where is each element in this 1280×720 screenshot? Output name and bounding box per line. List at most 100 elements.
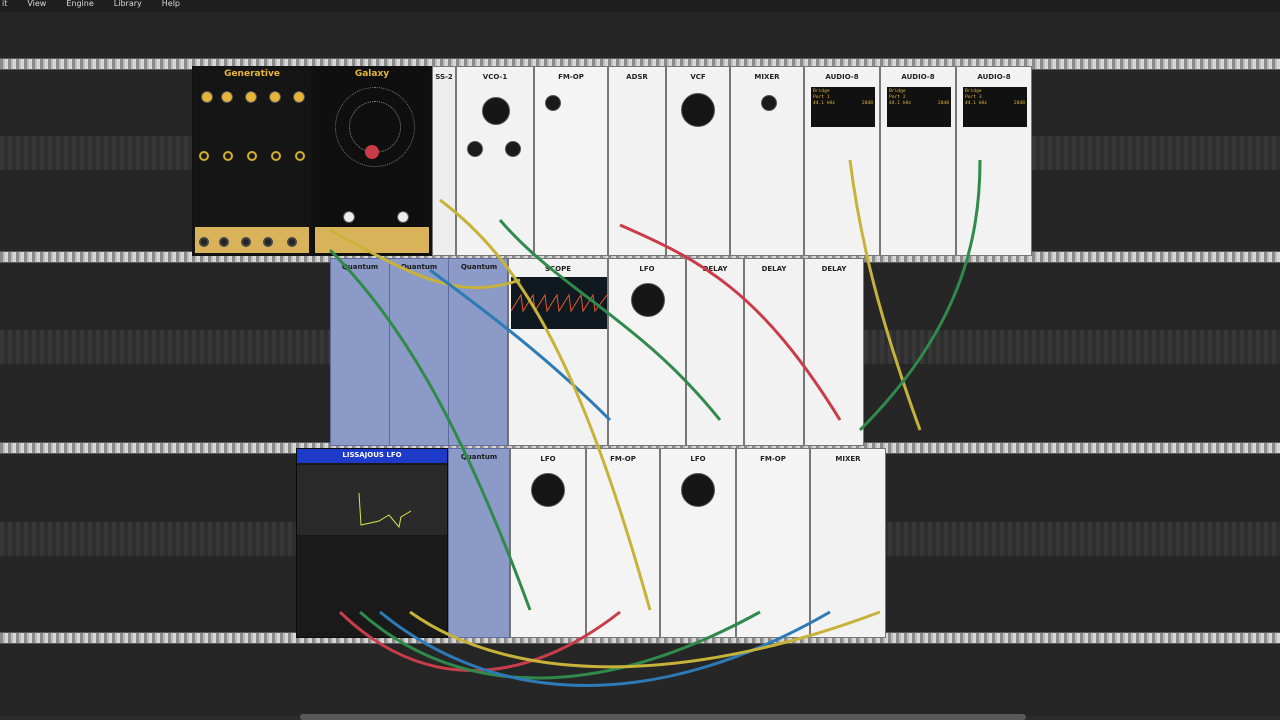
jack[interactable] [263, 237, 273, 247]
galaxy-center-jack[interactable] [365, 145, 379, 159]
jack[interactable] [223, 151, 233, 161]
module-fmop-1[interactable]: FM-OP [534, 66, 608, 256]
module-title: Generative [224, 69, 280, 79]
noise-knob[interactable] [293, 91, 305, 103]
module-title: MIXER [754, 73, 780, 81]
module-title: Quantum [460, 263, 498, 271]
block-size: 2048 [937, 101, 949, 106]
block-size: 2048 [1013, 101, 1025, 106]
freq-knob[interactable] [482, 97, 510, 125]
root-knob[interactable] [343, 211, 355, 223]
fine-knob[interactable] [467, 141, 483, 157]
module-title: FM-OP [760, 455, 786, 463]
menu-bar: it View Engine Library Help [0, 0, 1280, 12]
module-title: FM-OP [558, 73, 584, 81]
menu-item-view[interactable]: View [25, 0, 48, 12]
module-quantum-group[interactable]: Quantum Quantum Quantum [330, 258, 508, 446]
module-lfo-1[interactable]: LFO [608, 258, 686, 446]
module-title: FM-OP [610, 455, 636, 463]
jack[interactable] [199, 237, 209, 247]
module-audio8-3[interactable]: AUDIO-8 Bridge Port 3 44.1 kHz 2048 [956, 66, 1032, 256]
audio-lcd: Bridge Port 2 44.1 kHz 2048 [887, 87, 951, 127]
jack[interactable] [287, 237, 297, 247]
module-title: AUDIO-8 [901, 73, 935, 81]
mode-knob[interactable] [397, 211, 409, 223]
module-delay-2[interactable]: DELAY [744, 258, 804, 446]
wave-knob[interactable] [221, 91, 233, 103]
module-generative[interactable]: Generative [192, 66, 312, 256]
module-title: LFO [540, 455, 556, 463]
lfo-freq-knob[interactable] [631, 283, 665, 317]
module-delay-1[interactable]: DELAY [686, 258, 744, 446]
module-vco1[interactable]: VCO-1 [456, 66, 534, 256]
module-title: AUDIO-8 [977, 73, 1011, 81]
module-quantum[interactable]: Quantum [390, 259, 449, 445]
horizontal-scrollbar[interactable] [300, 714, 1026, 720]
jack[interactable] [199, 151, 209, 161]
module-title: SCOPE [544, 265, 572, 273]
pwidth-knob[interactable] [505, 141, 521, 157]
module-title: AUDIO-8 [825, 73, 859, 81]
module-quantum[interactable]: Quantum [331, 259, 390, 445]
module-title: Quantum [460, 453, 498, 461]
module-title: LISSAJOUS LFO [342, 451, 402, 459]
lfo-freq-knob[interactable] [681, 473, 715, 507]
freq-knob[interactable] [201, 91, 213, 103]
block-size: 2048 [861, 101, 873, 106]
module-delay-3[interactable]: DELAY [804, 258, 864, 446]
module-rack: Generative Galaxy SS-2 VCO-1 FM-OP ADSR … [0, 12, 1280, 716]
lfo-freq-knob[interactable] [531, 473, 565, 507]
output-strip [315, 227, 429, 253]
menu-item-help[interactable]: Help [160, 0, 182, 12]
ratio-knob[interactable] [545, 95, 561, 111]
audio-lcd: Bridge Port 1 44.1 kHz 2048 [811, 87, 875, 127]
menu-item[interactable]: it [0, 0, 9, 12]
jack[interactable] [219, 237, 229, 247]
scope-trace [510, 293, 607, 313]
module-title: LFO [639, 265, 655, 273]
sample-rate: 44.1 kHz [965, 101, 988, 106]
module-lfo-3[interactable]: LFO [660, 448, 736, 638]
module-ss2[interactable]: SS-2 [432, 66, 456, 256]
jack[interactable] [295, 151, 305, 161]
jack[interactable] [247, 151, 257, 161]
module-title: DELAY [702, 265, 728, 273]
module-title: Galaxy [354, 69, 390, 79]
audio-lcd: Bridge Port 3 44.1 kHz 2048 [963, 87, 1027, 127]
module-title: MIXER [835, 455, 861, 463]
module-galaxy[interactable]: Galaxy [312, 66, 432, 256]
jack[interactable] [241, 237, 251, 247]
module-vcf[interactable]: VCF [666, 66, 730, 256]
freq-knob[interactable] [681, 93, 715, 127]
sample-rate: 44.1 kHz [889, 101, 912, 106]
module-quantum[interactable]: Quantum [449, 259, 507, 445]
module-title: DELAY [761, 265, 787, 273]
module-audio8-1[interactable]: AUDIO-8 Bridge Port 1 44.1 kHz 2048 [804, 66, 880, 256]
lissajous-display [297, 465, 447, 535]
menu-item-library[interactable]: Library [112, 0, 144, 12]
module-title: ADSR [626, 73, 648, 81]
module-mixer-2[interactable]: MIXER [810, 448, 886, 638]
module-adsr[interactable]: ADSR [608, 66, 666, 256]
lissajous-trace [358, 492, 412, 529]
scope-screen [510, 277, 607, 329]
module-title: VCO-1 [482, 73, 508, 81]
module-title: Quantum [341, 263, 379, 271]
module-title: SS-2 [435, 73, 453, 81]
module-title: VCF [690, 73, 706, 81]
am-knob[interactable] [269, 91, 281, 103]
module-lissajous-lfo[interactable]: LISSAJOUS LFO [296, 448, 448, 638]
menu-item-engine[interactable]: Engine [64, 0, 95, 12]
module-scope[interactable]: SCOPE [508, 258, 608, 446]
module-fmop-3[interactable]: FM-OP [736, 448, 810, 638]
module-mixer-1[interactable]: MIXER [730, 66, 804, 256]
module-title: DELAY [821, 265, 847, 273]
sample-rate: 44.1 kHz [813, 101, 836, 106]
jack[interactable] [271, 151, 281, 161]
level-knob[interactable] [761, 95, 777, 111]
module-audio8-2[interactable]: AUDIO-8 Bridge Port 2 44.1 kHz 2048 [880, 66, 956, 256]
fm-knob[interactable] [245, 91, 257, 103]
module-lfo-2[interactable]: LFO [510, 448, 586, 638]
module-quantum[interactable]: Quantum [448, 448, 510, 638]
module-fmop-2[interactable]: FM-OP [586, 448, 660, 638]
